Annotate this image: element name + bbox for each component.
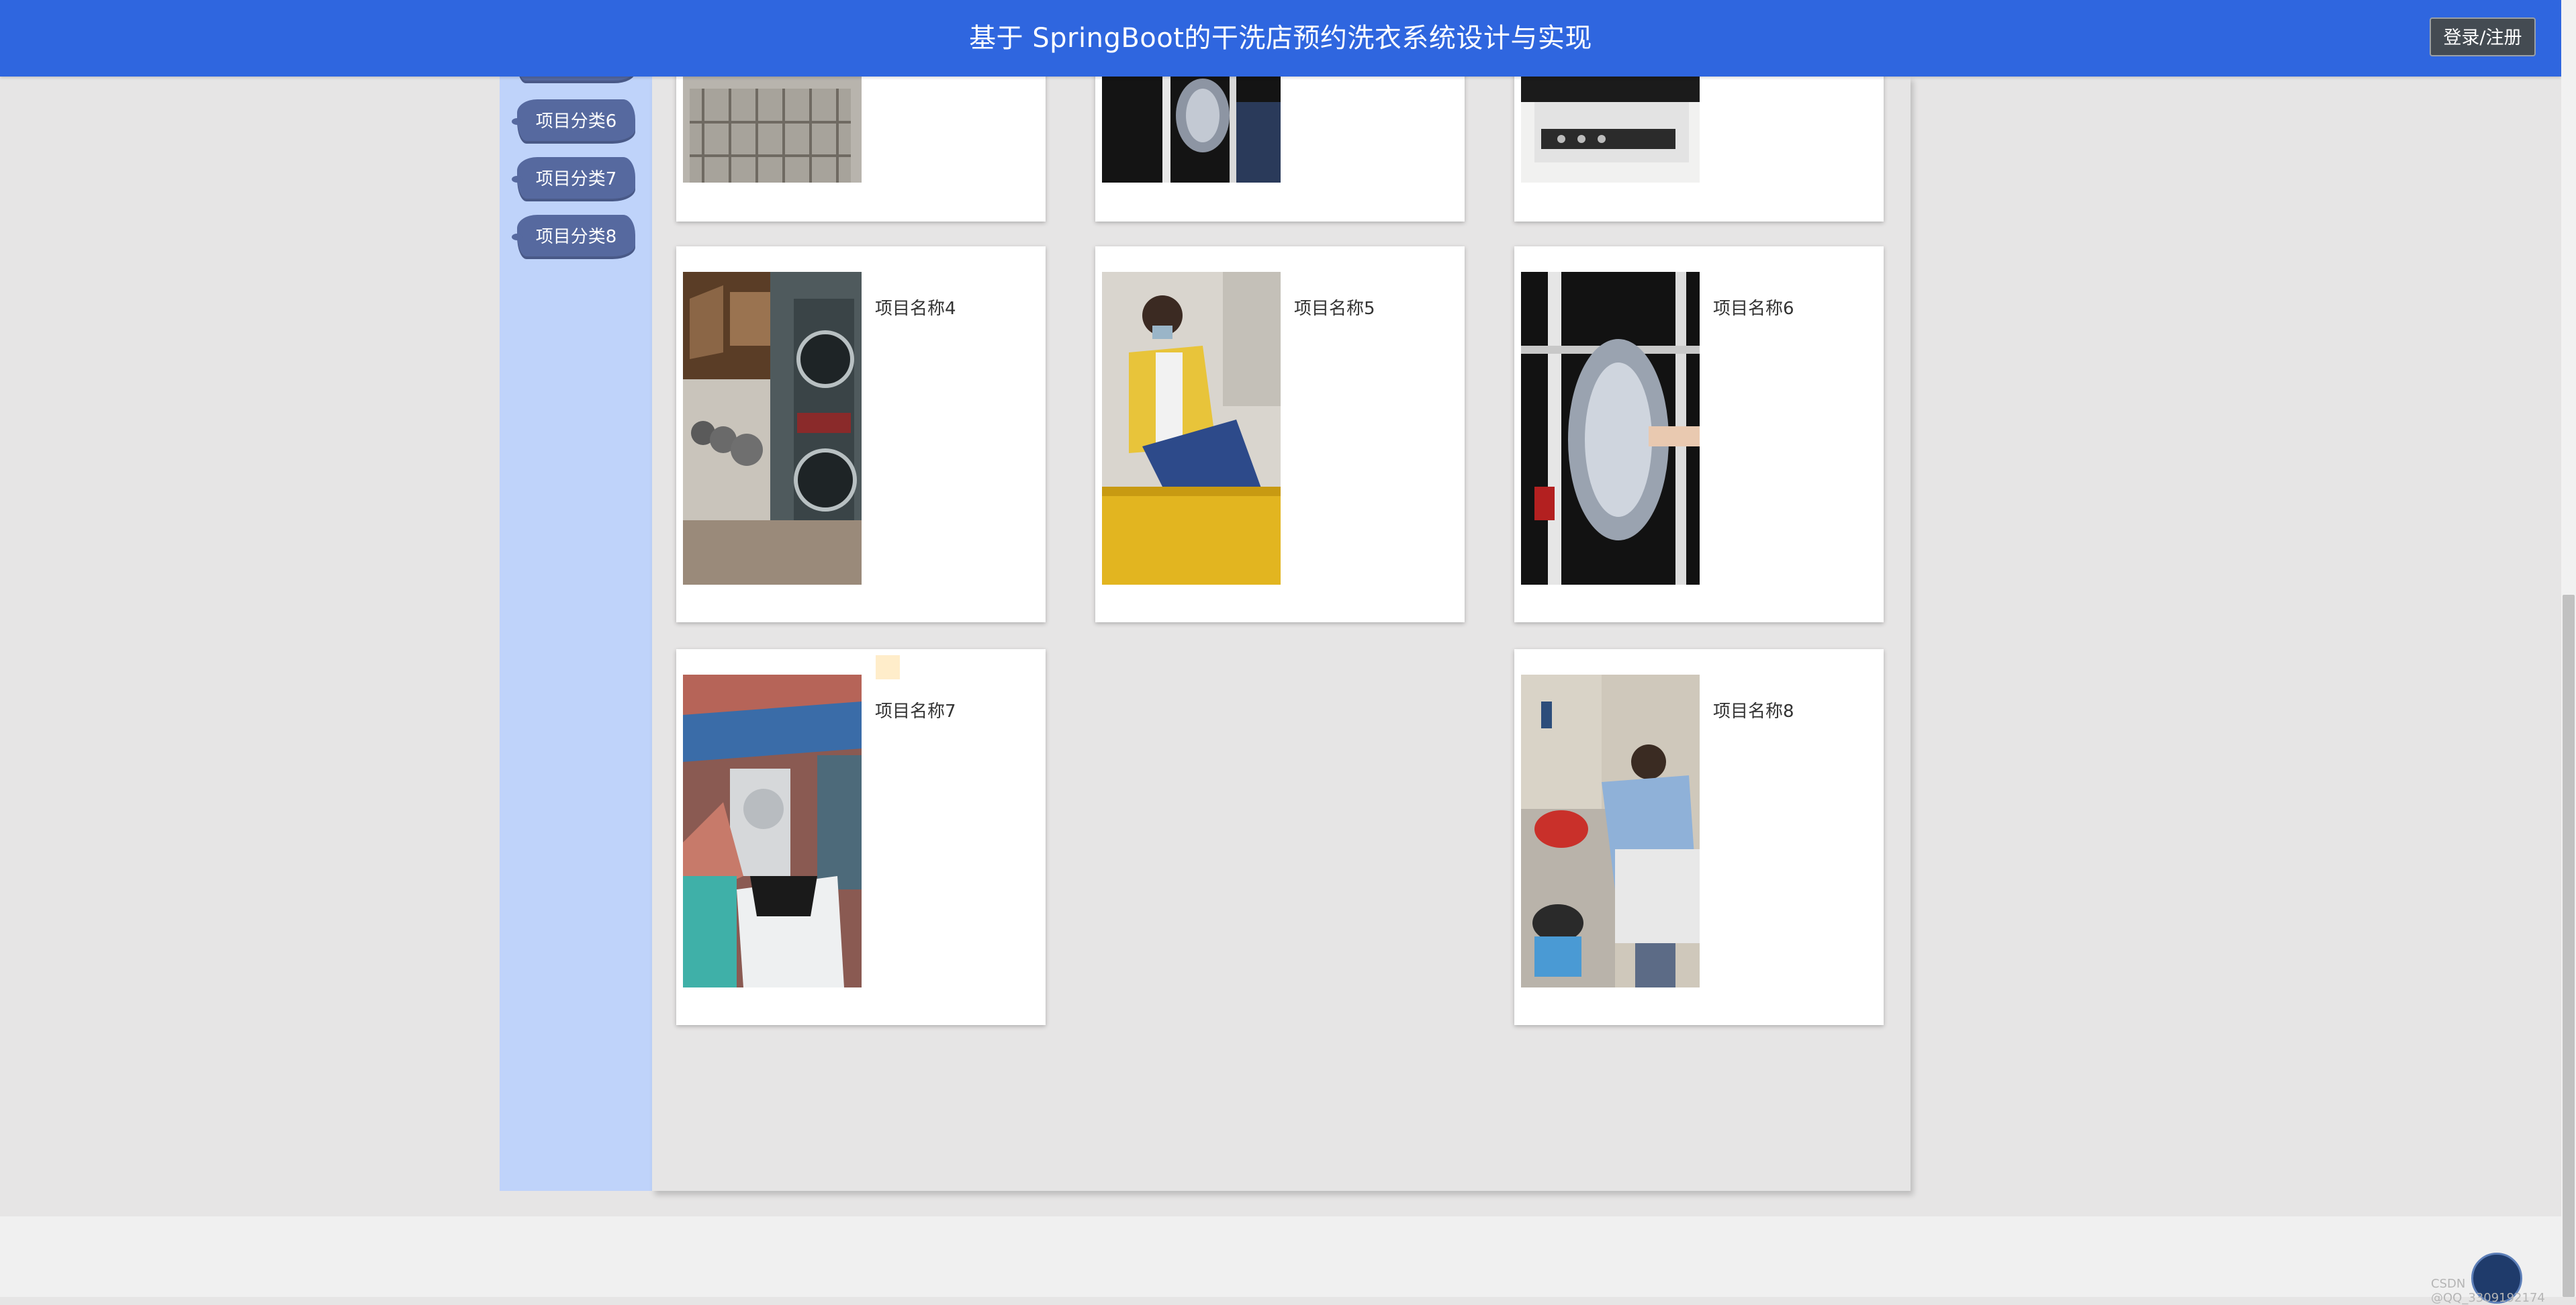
login-register-button[interactable]: 登录/注册 [2430,17,2536,56]
category-item-8[interactable]: 项目分类8 [512,215,635,259]
product-image-8[interactable] [1521,675,1700,987]
category-item-7[interactable]: 项目分类7 [512,157,635,201]
product-name-4[interactable]: 项目名称4 [875,295,956,320]
home-washing-photo [1521,675,1700,987]
product-image-6[interactable] [1521,272,1700,585]
category-sidebar: 项目分类6 项目分类7 项目分类8 [500,50,652,1191]
product-card-5[interactable]: 项目名称5 [1095,246,1465,622]
product-image-1[interactable] [683,75,862,183]
dry-cleaning-rack-photo [1102,75,1281,183]
product-name-6[interactable]: 项目名称6 [1713,295,1794,320]
garment-rack-photo [1521,272,1700,585]
laundry-factory-photo [683,675,862,987]
product-card-6[interactable]: 项目名称6 [1514,246,1884,622]
product-name-5[interactable]: 项目名称5 [1294,295,1375,320]
product-card-7[interactable]: 项目名称7 [676,649,1046,1025]
page-footer [0,1216,2561,1297]
laundromat-machines-photo [683,272,862,585]
product-image-5[interactable] [1102,272,1281,585]
product-image-2[interactable] [1102,75,1281,183]
watermark-text: CSDN @QQ_3309192174 [2431,1277,2545,1305]
category-item-6[interactable]: 项目分类6 [512,99,635,144]
product-name-8[interactable]: 项目名称8 [1713,697,1794,722]
product-card-8[interactable]: 项目名称8 [1514,649,1884,1025]
product-card-4[interactable]: 项目名称4 [676,246,1046,622]
top-header: 基于 SpringBoot的干洗店预约洗衣系统设计与实现 登录/注册 [0,0,2561,77]
product-name-7[interactable]: 项目名称7 [875,697,956,722]
mouse-cursor-highlight [876,655,900,679]
site-title: 基于 SpringBoot的干洗店预约洗衣系统设计与实现 [969,23,1592,54]
page: 基于 SpringBoot的干洗店预约洗衣系统设计与实现 登录/注册 项目分类6… [0,0,2561,1297]
worker-sorting-clothes-photo [1102,272,1281,585]
washing-machine-photo [1521,75,1700,183]
product-image-4[interactable] [683,272,862,585]
laundry-cart-photo [683,75,862,183]
product-image-3[interactable] [1521,75,1700,183]
product-image-7[interactable] [683,675,862,987]
scrollbar-thumb[interactable] [2563,595,2575,1297]
